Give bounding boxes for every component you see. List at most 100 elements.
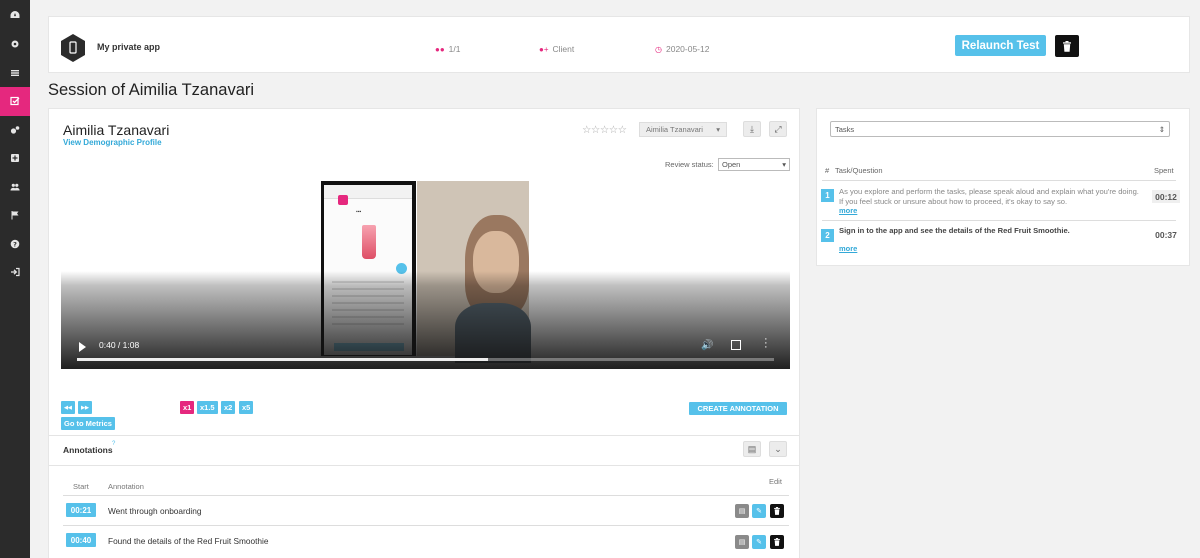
annotation-start-time[interactable]: 00:21 bbox=[66, 503, 96, 517]
expand-button[interactable]: ⤢ bbox=[769, 121, 787, 137]
film-button[interactable]: ▤ bbox=[743, 441, 761, 457]
film-icon: ▤ bbox=[738, 539, 746, 546]
forward-icon: ▶▶ bbox=[81, 404, 89, 411]
tasks-select[interactable]: Tasks ⇕ bbox=[830, 121, 1170, 137]
app-header-card: My private app ●● 1/1 ●+ Client ◷ 2020-0… bbox=[48, 16, 1190, 73]
rating-stars[interactable]: ☆☆☆☆☆ bbox=[582, 124, 627, 136]
annotation-text: Found the details of the Red Fruit Smoot… bbox=[108, 536, 269, 546]
video-controls: 0:40 / 1:08 🔊 · · · bbox=[61, 331, 790, 369]
play-icon[interactable] bbox=[79, 342, 86, 352]
trash-icon bbox=[774, 507, 780, 515]
go-to-metrics-button[interactable]: Go to Metrics bbox=[61, 417, 115, 430]
participant-name: Aimilia Tzanavari bbox=[63, 122, 170, 138]
touch-indicator bbox=[338, 195, 348, 205]
testers-count: ●● 1/1 bbox=[435, 44, 461, 54]
tasks-panel: Tasks ⇕ # Task/Question Spent 1 As you e… bbox=[816, 108, 1190, 266]
column-edit: Edit bbox=[769, 477, 782, 486]
column-annotation: Annotation bbox=[108, 482, 144, 491]
fullscreen-icon[interactable] bbox=[731, 340, 741, 350]
user-plus-icon: ●+ bbox=[539, 44, 549, 54]
smoothie-image bbox=[362, 225, 376, 259]
sidebar-item-dashboard[interactable] bbox=[0, 0, 30, 30]
column-task-question: Task/Question bbox=[835, 166, 883, 175]
sidebar-item-flags[interactable] bbox=[0, 201, 30, 230]
task-more-link[interactable]: more bbox=[839, 206, 857, 215]
review-status-select[interactable]: Open ▾ bbox=[718, 158, 790, 171]
delete-test-button[interactable] bbox=[1055, 35, 1079, 57]
annotation-text: Went through onboarding bbox=[108, 506, 202, 516]
download-icon: ⤓ bbox=[750, 123, 754, 134]
task-spent-time: 00:12 bbox=[1152, 190, 1180, 203]
sidebar-item-sessions[interactable] bbox=[0, 87, 30, 116]
speed-x1.5-button[interactable]: x1.5 bbox=[197, 401, 218, 414]
help-icon[interactable]: ? bbox=[112, 441, 115, 447]
mobile-app-icon bbox=[61, 34, 85, 62]
help-icon: ? bbox=[10, 239, 20, 248]
dashboard-icon bbox=[10, 11, 20, 18]
film-button[interactable]: ▤ bbox=[735, 504, 749, 518]
task-text: As you explore and perform the tasks, pl… bbox=[839, 187, 1139, 206]
forward-button[interactable]: ▶▶ bbox=[78, 401, 92, 414]
plus-square-icon bbox=[11, 154, 19, 163]
video-progress-bar[interactable] bbox=[77, 358, 774, 361]
session-video-player[interactable]: ▪▪▪ 0:40 / 1:08 🔊 · · · bbox=[61, 181, 790, 369]
sidebar-item-add[interactable] bbox=[0, 144, 30, 173]
film-button[interactable]: ▤ bbox=[735, 535, 749, 549]
users-icon bbox=[10, 183, 20, 191]
rewind-icon: ◀◀ bbox=[64, 404, 72, 411]
task-more-link[interactable]: more bbox=[839, 244, 857, 253]
sidebar-item-users[interactable] bbox=[0, 173, 30, 202]
sidebar-item-help[interactable]: ? bbox=[0, 230, 30, 259]
gear-icon bbox=[11, 40, 19, 48]
task-text: Sign in to the app and see the details o… bbox=[839, 226, 1070, 235]
delete-annotation-button[interactable] bbox=[770, 535, 784, 549]
client-label: ●+ Client bbox=[539, 44, 575, 54]
relaunch-test-button[interactable]: Relaunch Test bbox=[955, 35, 1046, 56]
rewind-button[interactable]: ◀◀ bbox=[61, 401, 75, 414]
pencil-icon: ✎ bbox=[756, 508, 762, 515]
test-date: ◷ 2020-05-12 bbox=[655, 44, 710, 54]
create-annotation-button[interactable]: CREATE ANNOTATION bbox=[689, 402, 787, 415]
edit-annotation-button[interactable]: ✎ bbox=[752, 535, 766, 549]
clock-icon: ◷ bbox=[655, 44, 662, 54]
svg-text:?: ? bbox=[13, 240, 17, 248]
task-number: 2 bbox=[821, 229, 834, 242]
double-chevron-down-icon: ⌄ bbox=[774, 443, 782, 454]
session-panel: Aimilia Tzanavari View Demographic Profi… bbox=[48, 108, 800, 558]
more-options-icon[interactable]: · · · bbox=[764, 334, 768, 353]
sidebar-item-configuration[interactable] bbox=[0, 116, 30, 145]
film-icon: ▤ bbox=[738, 508, 746, 515]
speed-x2-button[interactable]: x2 bbox=[221, 401, 236, 414]
pencil-icon: ✎ bbox=[756, 539, 762, 546]
film-icon: ▤ bbox=[747, 443, 757, 454]
flag-icon bbox=[11, 211, 19, 220]
speed-x1-button[interactable]: x1 bbox=[180, 401, 195, 414]
caret-updown-icon: ⇕ bbox=[1158, 124, 1165, 134]
caret-down-icon: ▾ bbox=[782, 160, 786, 169]
speed-x5-button[interactable]: x5 bbox=[239, 401, 254, 414]
sidebar-item-settings[interactable] bbox=[0, 30, 30, 59]
view-demographic-profile-link[interactable]: View Demographic Profile bbox=[63, 138, 162, 147]
annotation-start-time[interactable]: 00:40 bbox=[66, 533, 96, 547]
delete-annotation-button[interactable] bbox=[770, 504, 784, 518]
cogs-icon bbox=[10, 125, 20, 134]
task-spent-time: 00:37 bbox=[1155, 229, 1177, 240]
column-number: # bbox=[825, 166, 830, 175]
expand-icon: ⤢ bbox=[774, 123, 782, 134]
collapse-button[interactable]: ⌄ bbox=[769, 441, 787, 457]
video-time: 0:40 / 1:08 bbox=[99, 340, 140, 350]
annotations-title: Annotations bbox=[63, 445, 113, 455]
users-icon: ●● bbox=[435, 44, 445, 54]
download-button[interactable]: ⤓ bbox=[743, 121, 761, 137]
reviewer-select[interactable]: Aimilia Tzanavari ▾ bbox=[639, 122, 727, 137]
edit-annotation-button[interactable]: ✎ bbox=[752, 504, 766, 518]
sidebar: ? bbox=[0, 0, 30, 558]
app-name: My private app bbox=[97, 42, 161, 52]
task-number: 1 bbox=[821, 189, 834, 202]
column-start: Start bbox=[73, 482, 89, 491]
review-status-label: Review status: bbox=[665, 160, 714, 169]
sidebar-item-list[interactable] bbox=[0, 59, 30, 88]
sidebar-item-logout[interactable] bbox=[0, 258, 30, 287]
sign-out-icon bbox=[11, 268, 20, 277]
volume-icon[interactable]: 🔊 bbox=[701, 340, 713, 351]
